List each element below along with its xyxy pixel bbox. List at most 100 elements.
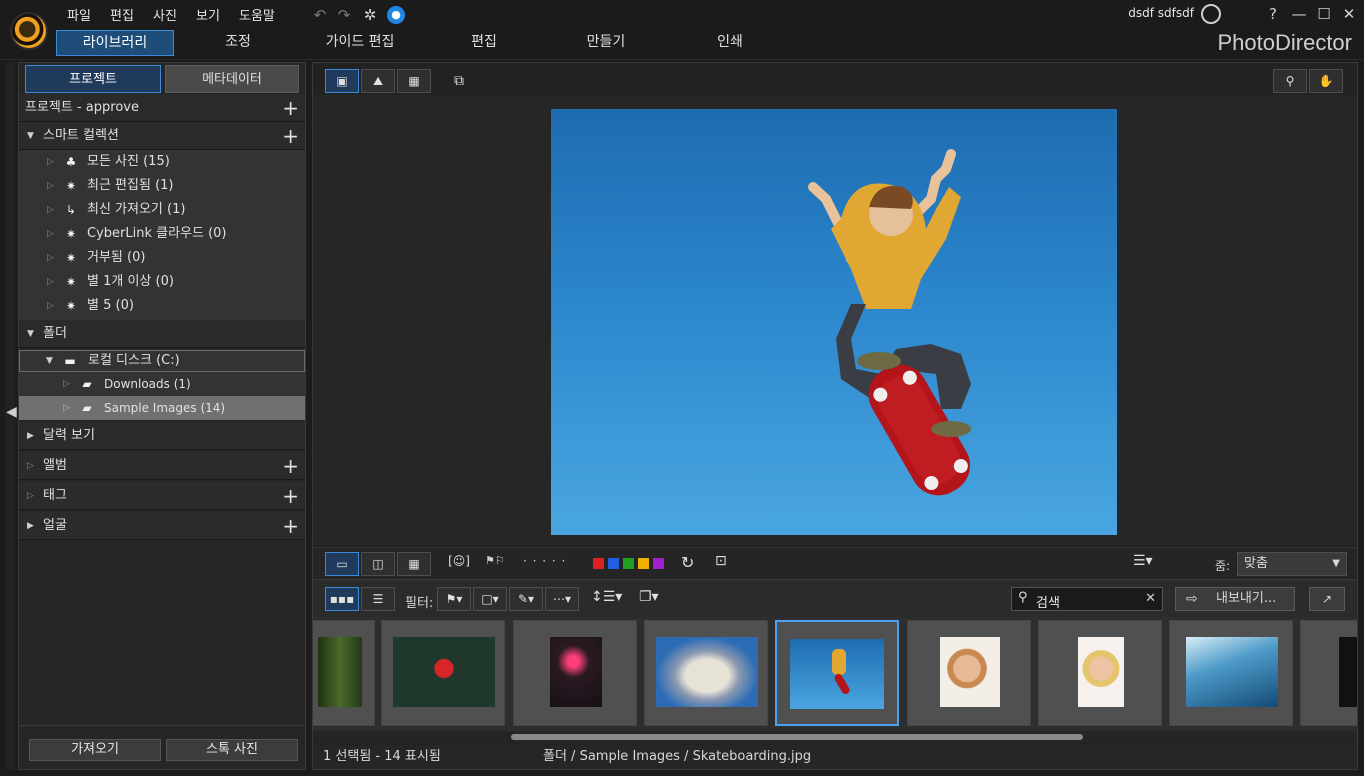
user-avatar-icon[interactable] bbox=[1201, 4, 1221, 24]
collapsed-triangle-icon[interactable]: ▷ bbox=[27, 452, 34, 480]
filmstrip-view-button[interactable]: ▪▪▪ bbox=[325, 587, 359, 611]
thumbnail-smiling-woman[interactable] bbox=[907, 620, 1031, 726]
thumbnail-neon-storefront[interactable] bbox=[513, 620, 637, 726]
album-header[interactable]: ▷ 앨범 + bbox=[19, 452, 305, 480]
zoom-select[interactable]: 맞춤 ▼ bbox=[1237, 552, 1347, 576]
menu-edit[interactable]: 편집 bbox=[110, 5, 134, 24]
rating-dots[interactable]: · · · · · bbox=[523, 554, 566, 568]
stock-photos-button[interactable]: 스톡 사진 bbox=[166, 739, 298, 761]
import-button[interactable]: 가져오기 bbox=[29, 739, 161, 761]
tab-library[interactable]: 라이브러리 bbox=[56, 30, 174, 56]
stack-icon[interactable]: ❐▾ bbox=[639, 589, 659, 605]
user-name[interactable]: dsdf sdfsdf bbox=[1128, 6, 1194, 20]
collapsed-triangle-icon[interactable]: ▶ bbox=[27, 422, 34, 450]
collapsed-triangle-icon[interactable]: ▷ bbox=[63, 372, 70, 396]
collapsed-triangle-icon[interactable]: ▷ bbox=[47, 174, 54, 198]
color-label-blue[interactable] bbox=[608, 558, 619, 569]
collapsed-triangle-icon[interactable]: ▷ bbox=[27, 482, 34, 510]
expanded-triangle-icon[interactable]: ▼ bbox=[46, 351, 53, 371]
clear-search-icon[interactable]: ✕ bbox=[1145, 591, 1156, 606]
collapse-left-arrow-icon[interactable]: ◀ bbox=[6, 404, 17, 420]
crop-compare-icon[interactable]: ⊡ bbox=[715, 553, 727, 569]
collapsed-triangle-icon[interactable]: ▷ bbox=[47, 246, 54, 270]
faces-header[interactable]: ▶ 얼굴 + bbox=[19, 512, 305, 540]
notification-bell-icon[interactable]: ● bbox=[387, 6, 405, 24]
collapsed-triangle-icon[interactable]: ▷ bbox=[47, 294, 54, 318]
thumbnail-rocket-launch[interactable] bbox=[644, 620, 768, 726]
tab-project[interactable]: 프로젝트 bbox=[25, 65, 161, 93]
hand-tool-button[interactable]: ✋ bbox=[1309, 69, 1343, 93]
search-box[interactable]: ⚲ 검색 ✕ bbox=[1011, 587, 1163, 611]
thumbnail-surprised-woman[interactable] bbox=[1038, 620, 1162, 726]
view-single-button[interactable]: ▣ bbox=[325, 69, 359, 93]
flag-icon[interactable]: ⚑⚐ bbox=[485, 554, 505, 567]
color-label-green[interactable] bbox=[623, 558, 634, 569]
export-button[interactable]: ⇨ 내보내기... bbox=[1175, 587, 1295, 611]
add-smart-collection-icon[interactable]: + bbox=[282, 122, 299, 150]
minimize-button[interactable]: — bbox=[1288, 3, 1310, 25]
smart-item-recently-edited[interactable]: ▷ ✷ 최근 편집됨 (1) bbox=[19, 174, 305, 198]
collapsed-triangle-icon[interactable]: ▷ bbox=[47, 198, 54, 222]
sort-order-icon[interactable]: ↕☰▾ bbox=[591, 589, 622, 605]
filmstrip-scrollbar[interactable] bbox=[313, 731, 1357, 743]
project-header[interactable]: 프로젝트 - approve + bbox=[19, 94, 305, 122]
undo-icon[interactable]: ↶ bbox=[310, 5, 330, 25]
thumbnail-forest[interactable] bbox=[313, 620, 375, 726]
collapsed-triangle-icon[interactable]: ▷ bbox=[47, 270, 54, 294]
tab-create[interactable]: 만들기 bbox=[566, 30, 646, 56]
collapsed-triangle-icon[interactable]: ▷ bbox=[63, 396, 70, 420]
folders-header[interactable]: ▼ 폴더 bbox=[19, 320, 305, 348]
smart-item-five-star[interactable]: ▷ ✷ 별 5 (0) bbox=[19, 294, 305, 318]
thumbnail-red-leaf[interactable] bbox=[381, 620, 505, 726]
smart-item-one-star[interactable]: ▷ ✷ 별 1개 이상 (0) bbox=[19, 270, 305, 294]
folder-sample-images[interactable]: ▷ ▰ Sample Images (14) bbox=[19, 396, 305, 420]
menu-file[interactable]: 파일 bbox=[67, 5, 91, 24]
color-label-red[interactable] bbox=[593, 558, 604, 569]
redo-icon[interactable]: ↷ bbox=[334, 5, 354, 25]
tab-print[interactable]: 인쇄 bbox=[690, 30, 770, 56]
smart-item-all-photos[interactable]: ▷ ♣ 모든 사진 (15) bbox=[19, 150, 305, 174]
close-button[interactable]: ✕ bbox=[1338, 3, 1360, 25]
zoom-tool-button[interactable]: ⚲ bbox=[1273, 69, 1307, 93]
expanded-triangle-icon[interactable]: ▼ bbox=[27, 320, 34, 348]
search-input[interactable]: 검색 bbox=[1036, 592, 1060, 611]
smart-item-latest-import[interactable]: ▷ ↳ 최신 가져오기 (1) bbox=[19, 198, 305, 222]
smart-collection-header[interactable]: ▼ 스마트 컬렉션 + bbox=[19, 122, 305, 150]
calendar-header[interactable]: ▶ 달력 보기 bbox=[19, 422, 305, 450]
add-project-icon[interactable]: + bbox=[282, 94, 299, 122]
tab-metadata[interactable]: 메타데이터 bbox=[165, 65, 299, 93]
second-display-icon[interactable]: ⧉ bbox=[447, 69, 471, 93]
add-tag-icon[interactable]: + bbox=[282, 482, 299, 510]
view-compare-button[interactable]: ⛰ bbox=[361, 69, 395, 93]
grid-layout-button[interactable]: ▦ bbox=[397, 552, 431, 576]
single-layout-button[interactable]: ▭ bbox=[325, 552, 359, 576]
share-button[interactable]: ↗ bbox=[1309, 587, 1345, 611]
maximize-button[interactable]: ☐ bbox=[1313, 3, 1335, 25]
collapsed-triangle-icon[interactable]: ▷ bbox=[47, 222, 54, 246]
folder-local-disk[interactable]: ▼ ▬ 로컬 디스크 (C:) bbox=[19, 350, 305, 372]
list-view-button[interactable]: ☰ bbox=[361, 587, 395, 611]
menu-view[interactable]: 보기 bbox=[196, 5, 220, 24]
tab-adjust[interactable]: 조정 bbox=[198, 30, 278, 56]
expanded-triangle-icon[interactable]: ▼ bbox=[27, 122, 34, 150]
tags-header[interactable]: ▷ 태그 + bbox=[19, 482, 305, 510]
sort-menu-icon[interactable]: ☰▾ bbox=[1133, 553, 1153, 569]
collapsed-triangle-icon[interactable]: ▷ bbox=[47, 150, 54, 174]
collapsed-triangle-icon[interactable]: ▶ bbox=[27, 512, 34, 540]
color-label-purple[interactable] bbox=[653, 558, 664, 569]
folder-downloads[interactable]: ▷ ▰ Downloads (1) bbox=[19, 372, 305, 396]
add-album-icon[interactable]: + bbox=[282, 452, 299, 480]
flag-filter-button[interactable]: ⚑▾ bbox=[437, 587, 471, 611]
face-tag-icon[interactable]: [☺] bbox=[447, 554, 471, 574]
rotate-icon[interactable]: ↻ bbox=[681, 553, 694, 572]
add-face-icon[interactable]: + bbox=[282, 512, 299, 540]
view-grid-button[interactable]: ▦ bbox=[397, 69, 431, 93]
settings-gear-icon[interactable]: ✲ bbox=[360, 5, 380, 25]
smart-item-rejected[interactable]: ▷ ✷ 거부됨 (0) bbox=[19, 246, 305, 270]
tab-guided-edit[interactable]: 가이드 편집 bbox=[310, 30, 410, 56]
more-filter-button[interactable]: ⋯▾ bbox=[545, 587, 579, 611]
menu-photo[interactable]: 사진 bbox=[153, 5, 177, 24]
scrollbar-thumb[interactable] bbox=[511, 734, 1083, 740]
thumbnail-next-partial[interactable] bbox=[1300, 620, 1357, 726]
help-button[interactable]: ? bbox=[1262, 3, 1284, 25]
